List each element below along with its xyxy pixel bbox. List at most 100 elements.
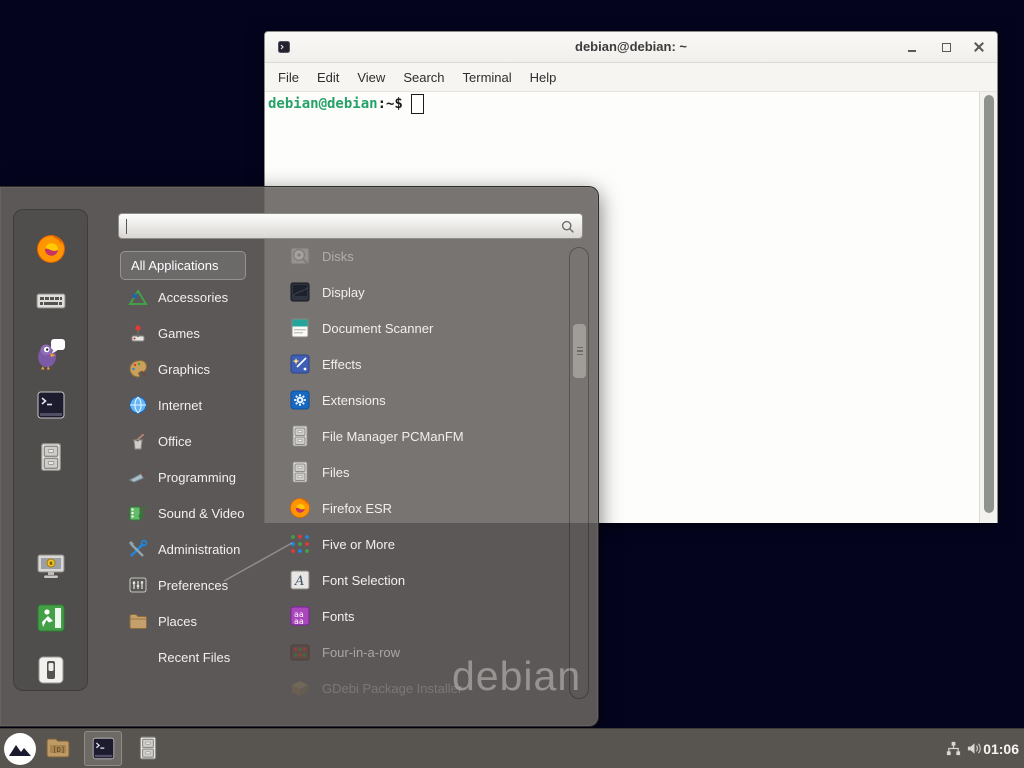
menu-item-file[interactable]: File — [269, 63, 308, 91]
shutdown-icon — [34, 653, 68, 687]
taskbar-folder-button[interactable]: [D] — [44, 734, 72, 762]
file-cabinet-icon — [288, 460, 312, 484]
terminal-scrollbar-thumb[interactable] — [984, 95, 994, 513]
keyboard-icon — [34, 284, 68, 318]
favorite-keyboard[interactable] — [33, 283, 69, 319]
desktop: debian@debian: ~ File Edit View Search T… — [0, 0, 1024, 768]
taskbar-files-button[interactable] — [134, 734, 162, 762]
firefox-icon — [288, 496, 312, 520]
terminal-menubar: File Edit View Search Terminal Help — [265, 63, 997, 92]
app-item-firefox-esr[interactable]: Firefox ESR — [288, 490, 568, 526]
disks-icon — [288, 244, 312, 268]
preferences-icon — [127, 574, 149, 596]
category-item-places[interactable]: Places — [118, 603, 286, 639]
app-item-files[interactable]: Files — [288, 454, 568, 490]
svg-text:aa: aa — [294, 617, 304, 626]
app-list-scrollbar-track — [569, 247, 589, 699]
favorite-firefox[interactable] — [33, 231, 69, 267]
app-item-display[interactable]: Display — [288, 274, 568, 310]
administration-icon — [127, 538, 149, 560]
logout-icon — [34, 601, 68, 635]
office-icon — [127, 430, 149, 452]
app-item-file-manager-pcmanfm[interactable]: File Manager PCManFM — [288, 418, 568, 454]
taskbar-terminal-button[interactable] — [84, 731, 122, 766]
desktop-folder-icon: [D] — [44, 734, 72, 762]
close-icon — [973, 41, 985, 53]
minimize-button[interactable] — [903, 39, 921, 55]
all-applications-button[interactable]: All Applications — [120, 251, 246, 280]
svg-text:A: A — [294, 574, 304, 589]
app-list-scrollbar-thumb[interactable] — [572, 323, 587, 379]
places-folder-icon — [127, 610, 149, 632]
favorite-lock-screen[interactable] — [33, 548, 69, 584]
display-icon — [288, 280, 312, 304]
category-item-internet[interactable]: Internet — [118, 387, 286, 423]
favorite-file-manager[interactable] — [33, 439, 69, 475]
network-icon[interactable] — [945, 740, 962, 757]
terminal-scrollbar-track — [979, 92, 997, 523]
category-item-preferences[interactable]: Preferences — [118, 567, 286, 603]
favorite-logout[interactable] — [33, 600, 69, 636]
four-in-a-row-icon — [288, 640, 312, 664]
terminal-icon — [90, 735, 117, 762]
favorite-pidgin[interactable] — [33, 335, 69, 371]
terminal-cursor — [411, 94, 424, 114]
app-item-document-scanner[interactable]: Document Scanner — [288, 310, 568, 346]
menu-item-help[interactable]: Help — [521, 63, 566, 91]
graphics-icon — [127, 358, 149, 380]
menu-item-edit[interactable]: Edit — [308, 63, 348, 91]
favorite-shutdown[interactable] — [33, 652, 69, 688]
maximize-button[interactable] — [937, 39, 955, 55]
five-or-more-icon — [288, 532, 312, 556]
file-cabinet-icon — [288, 424, 312, 448]
category-item-accessories[interactable]: Accessories — [118, 279, 286, 315]
category-item-administration[interactable]: Administration — [118, 531, 286, 567]
category-item-games[interactable]: Games — [118, 315, 286, 351]
file-cabinet-icon — [35, 441, 67, 473]
file-cabinet-icon — [135, 735, 161, 761]
app-item-five-or-more[interactable]: Five or More — [288, 526, 568, 562]
volume-icon[interactable] — [966, 740, 983, 757]
svg-text:[D]: [D] — [53, 746, 66, 754]
games-icon — [127, 322, 149, 344]
category-item-graphics[interactable]: Graphics — [118, 351, 286, 387]
sound-video-icon — [127, 502, 149, 524]
prompt-user-host: debian@debian — [268, 96, 378, 112]
favorites-sidebar — [13, 209, 88, 691]
category-item-programming[interactable]: Programming — [118, 459, 286, 495]
app-item-disks[interactable]: Disks — [288, 238, 568, 274]
category-item-sound-video[interactable]: Sound & Video — [118, 495, 286, 531]
menu-item-terminal[interactable]: Terminal — [454, 63, 521, 91]
window-title: debian@debian: ~ — [265, 39, 997, 54]
clock[interactable]: 01:06 — [983, 729, 1019, 768]
search-input[interactable] — [125, 215, 554, 239]
app-item-four-in-a-row[interactable]: Four-in-a-row — [288, 634, 568, 670]
app-item-fonts[interactable]: aa aa Fonts — [288, 598, 568, 634]
search-box — [118, 213, 583, 239]
app-item-gdebi-package-installer[interactable]: GDebi Package Installer — [288, 670, 568, 706]
category-item-office[interactable]: Office — [118, 423, 286, 459]
accessories-icon — [127, 286, 149, 308]
menu-item-view[interactable]: View — [348, 63, 394, 91]
effects-icon — [288, 352, 312, 376]
app-item-extensions[interactable]: Extensions — [288, 382, 568, 418]
font-selection-icon: A — [288, 568, 312, 592]
lock-screen-icon — [34, 549, 68, 583]
all-applications-label: All Applications — [131, 258, 218, 273]
pidgin-icon — [34, 336, 68, 370]
terminal-titlebar[interactable]: debian@debian: ~ — [265, 32, 997, 63]
favorite-terminal[interactable] — [33, 387, 69, 423]
menu-button[interactable] — [3, 732, 37, 766]
extensions-icon — [288, 388, 312, 412]
menu-item-search[interactable]: Search — [394, 63, 453, 91]
terminal-prompt: debian@debian:~$ — [268, 94, 424, 114]
menu-logo-icon — [3, 732, 37, 766]
close-button[interactable] — [970, 39, 988, 55]
internet-globe-icon — [127, 394, 149, 416]
app-item-effects[interactable]: Effects — [288, 346, 568, 382]
terminal-icon — [34, 388, 68, 422]
category-item-recent-files[interactable]: Recent Files — [118, 639, 286, 675]
maximize-icon — [942, 43, 951, 52]
app-item-font-selection[interactable]: A Font Selection — [288, 562, 568, 598]
firefox-icon — [34, 232, 68, 266]
